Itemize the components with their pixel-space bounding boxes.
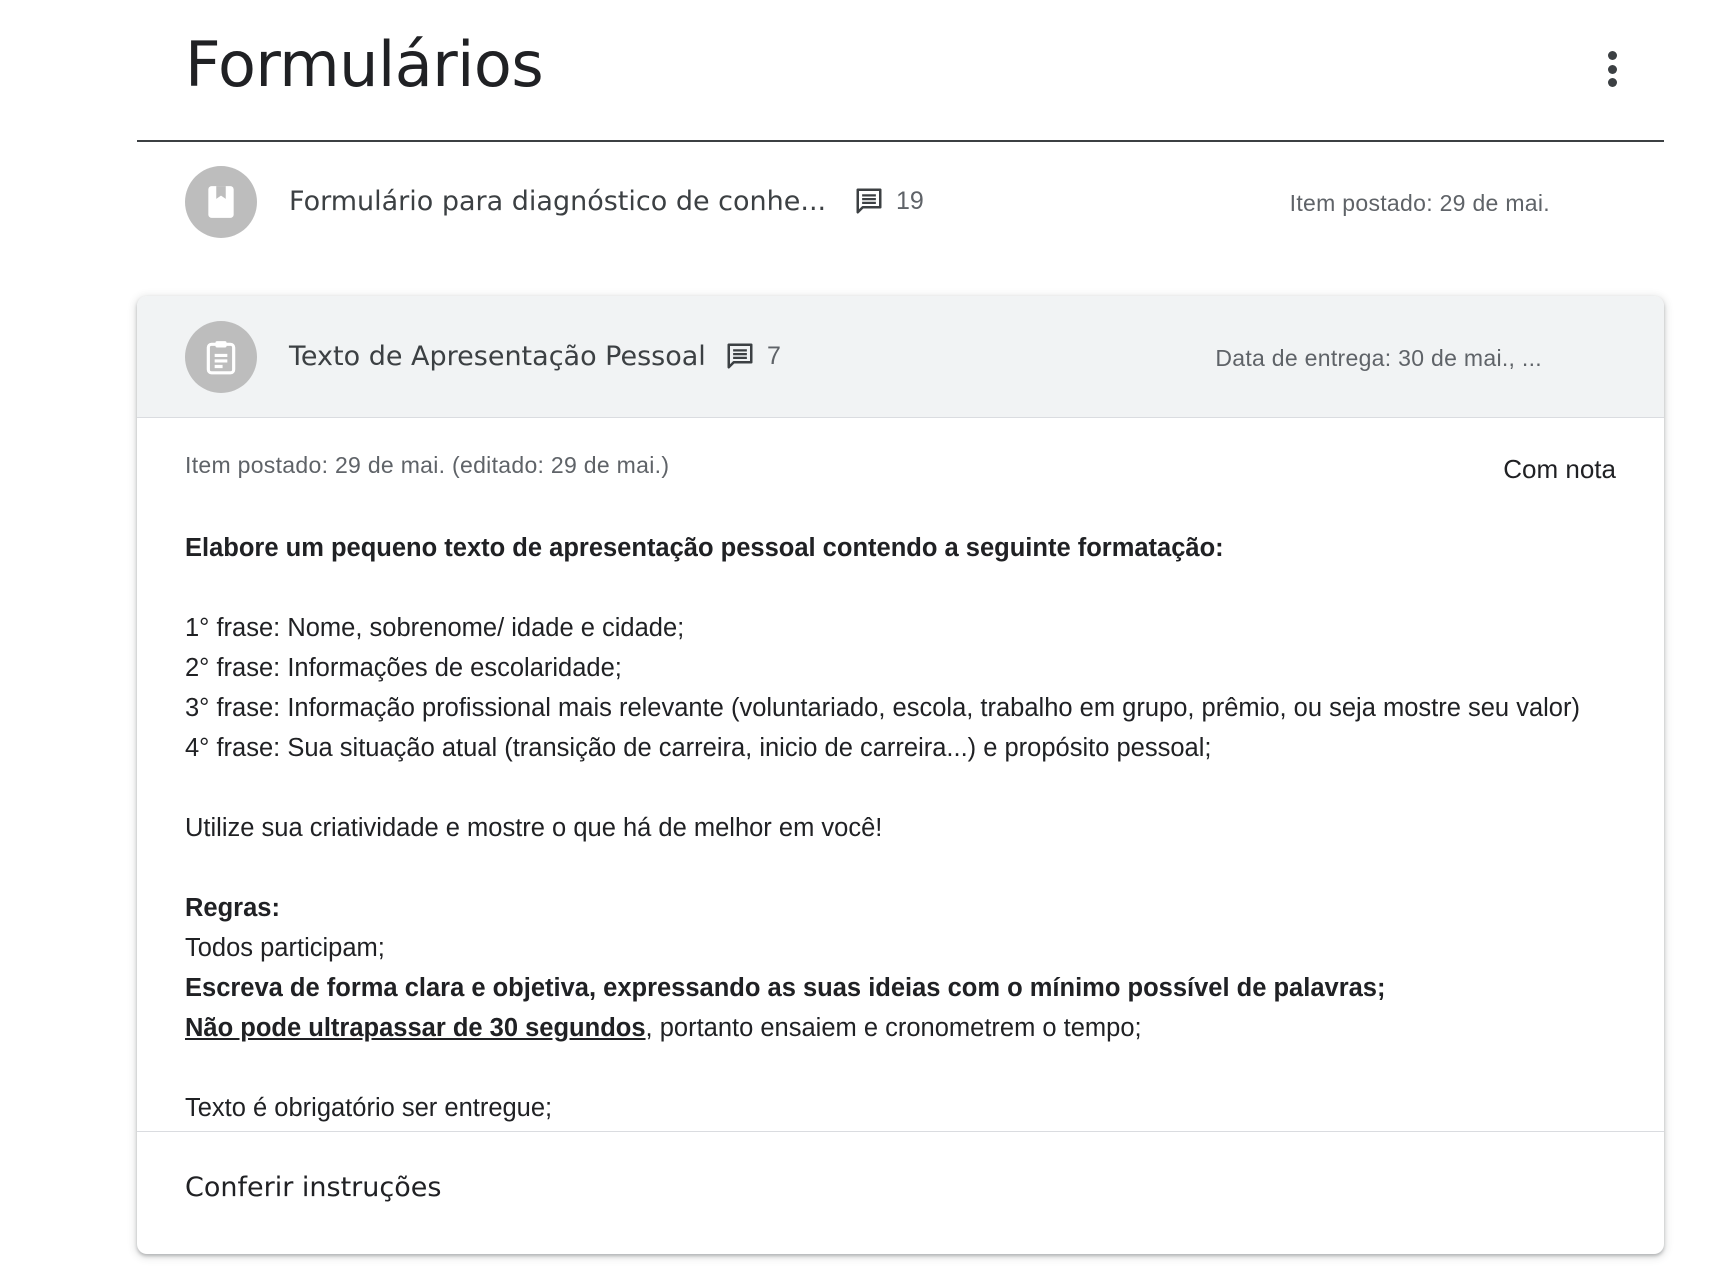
- rules-heading: Regras:: [185, 894, 280, 922]
- encourage-text: Utilize sua criatividade e mostre o que …: [185, 814, 883, 842]
- instruction-line: 1° frase: Nome, sobrenome/ idade e cidad…: [185, 614, 685, 642]
- view-instructions-button[interactable]: Conferir instruções: [185, 1172, 441, 1203]
- assignment-card: Texto de Apresentação Pessoal 7 Data de …: [137, 296, 1664, 1254]
- more-vert-icon[interactable]: [1598, 46, 1626, 92]
- rule-line: Todos participam;: [185, 934, 385, 962]
- rule-line: Não pode ultrapassar de 30 segundos, por…: [185, 1008, 1625, 1048]
- comment-count-value: 7: [767, 341, 781, 370]
- assignment-body: Item postado: 29 de mai. (editado: 29 de…: [137, 418, 1664, 1131]
- topic-header: Formulários: [137, 0, 1664, 142]
- comment-icon: [856, 188, 882, 214]
- comment-count: 19: [854, 186, 924, 216]
- comment-count: 7: [725, 341, 781, 371]
- comment-icon: [727, 343, 753, 369]
- grading-status: Com nota: [1503, 454, 1616, 484]
- card-footer: Conferir instruções: [137, 1131, 1664, 1254]
- item-posted-date: Item postado: 29 de mai.: [1289, 190, 1550, 216]
- assignment-icon: [185, 321, 257, 393]
- classwork-item-form[interactable]: Formulário para diagnóstico de conhe... …: [137, 148, 1664, 258]
- comment-count-value: 19: [896, 186, 924, 215]
- assignment-header[interactable]: Texto de Apresentação Pessoal 7 Data de …: [137, 296, 1664, 418]
- instruction-line: 3° frase: Informação profissional mais r…: [185, 694, 1580, 722]
- posted-date: Item postado: 29 de mai. (editado: 29 de…: [185, 452, 670, 478]
- assignment-description: Elabore um pequeno texto de apresentação…: [185, 528, 1625, 1128]
- rule-underlined: Não pode ultrapassar de 30 segundos: [185, 1014, 646, 1042]
- instruction-line: 4° frase: Sua situação atual (transição …: [185, 734, 1212, 762]
- intro-text: Elabore um pequeno texto de apresentação…: [185, 534, 1224, 562]
- mandatory-text: Texto é obrigatório ser entregue;: [185, 1094, 553, 1122]
- rule-line: Escreva de forma clara e objetiva, expre…: [185, 974, 1386, 1002]
- item-title: Formulário para diagnóstico de conhe...: [289, 186, 827, 217]
- book-icon: [185, 166, 257, 238]
- topic-title: Formulários: [185, 28, 544, 101]
- item-title: Texto de Apresentação Pessoal: [289, 341, 706, 372]
- instruction-line: 2° frase: Informações de escolaridade;: [185, 654, 622, 682]
- rule-rest: , portanto ensaiem e cronometrem o tempo…: [645, 1014, 1142, 1042]
- due-date: Data de entrega: 30 de mai., ...: [1215, 345, 1542, 371]
